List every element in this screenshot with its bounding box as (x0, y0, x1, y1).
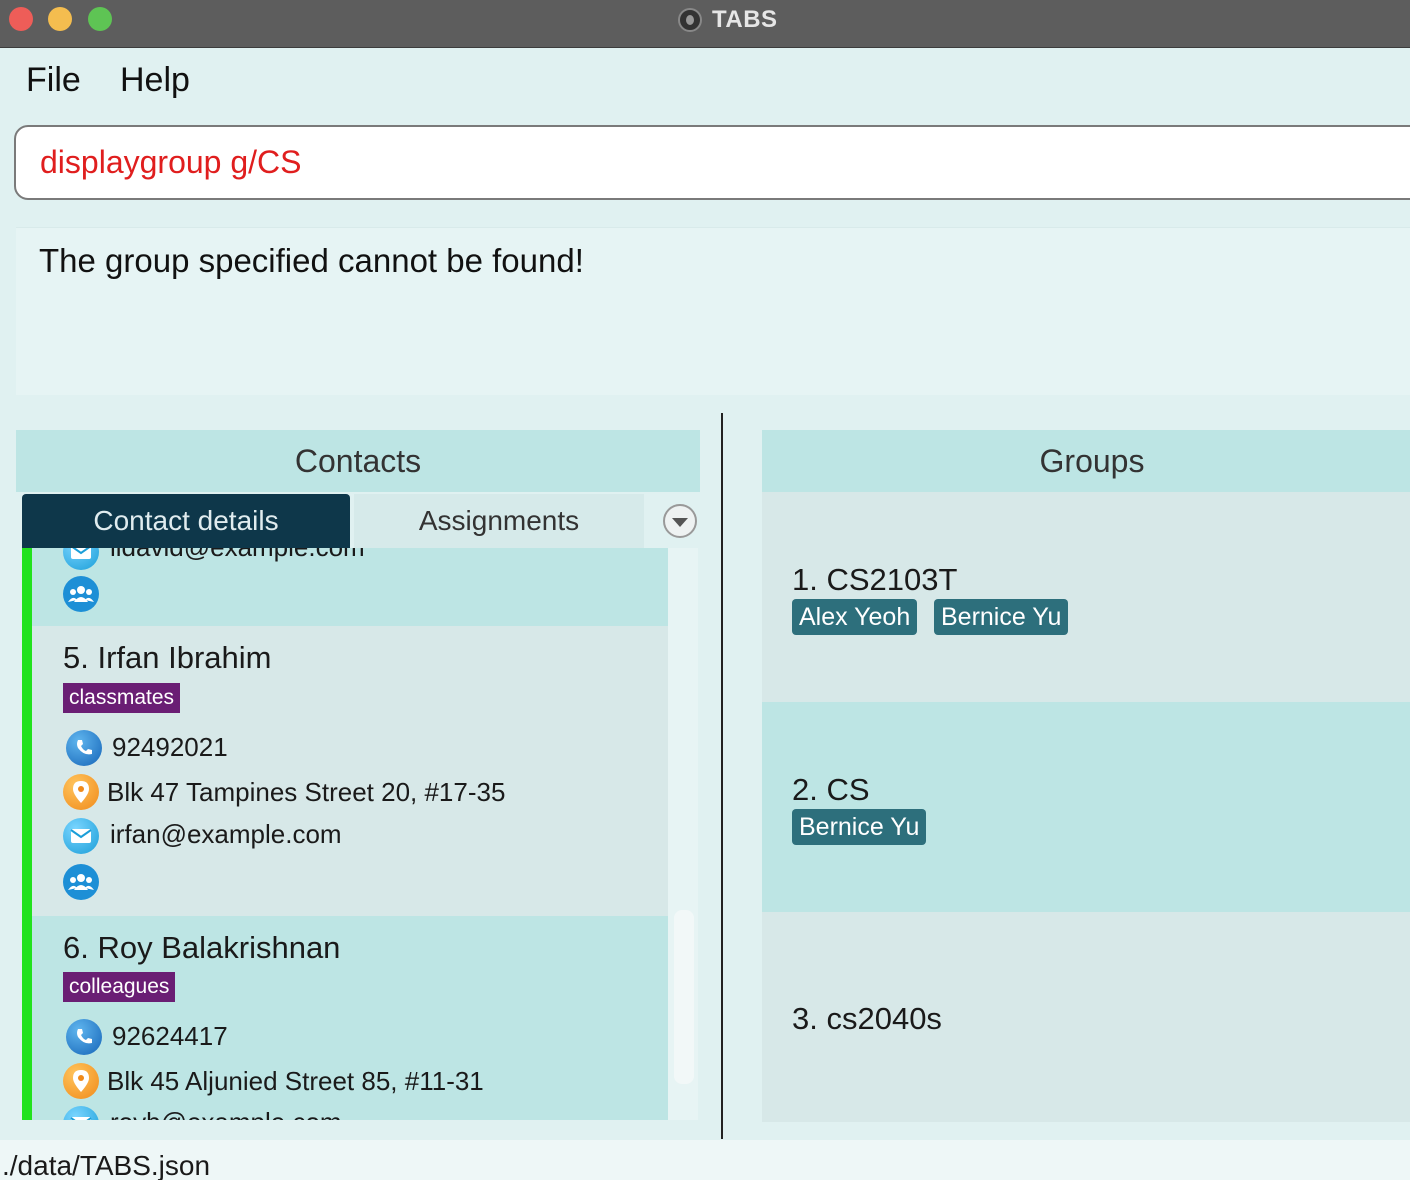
group-name: 3. cs2040s (792, 1001, 942, 1036)
contacts-header: Contacts (16, 430, 700, 492)
command-input[interactable] (14, 125, 1410, 200)
command-box (0, 113, 1410, 213)
groups-title: Groups (1039, 442, 1145, 479)
envelope-icon (63, 818, 99, 854)
result-message: The group specified cannot be found! (39, 242, 584, 279)
contact-phone: 92624417 (112, 1021, 228, 1051)
window-title: TABS (712, 6, 778, 33)
group-list-item[interactable]: 3. cs2040s (762, 912, 1410, 1122)
tab-assignments[interactable]: Assignments (354, 494, 644, 548)
envelope-icon (63, 548, 99, 570)
menu-bar: File Help (0, 49, 1410, 113)
group-member-chip: Alex Yeoh (792, 599, 918, 635)
contact-name: 5. Irfan Ibrahim (63, 640, 272, 675)
group-name: 2. CS (792, 772, 870, 807)
contact-address: Blk 45 Aljunied Street 85, #11-31 (107, 1066, 484, 1096)
contacts-title: Contacts (294, 442, 422, 479)
app-icon (678, 8, 702, 32)
groups-header: Groups (762, 430, 1410, 492)
contact-list-scrollbar[interactable] (674, 910, 694, 1084)
people-group-icon (63, 576, 99, 612)
group-list-item[interactable]: 2. CS Bernice Yu (762, 702, 1410, 912)
location-pin-icon (63, 1063, 99, 1099)
contact-tag: classmates (63, 683, 181, 713)
tab-contact-details[interactable]: Contact details (22, 494, 350, 548)
title-bar: TABS (0, 0, 1410, 48)
selection-indicator (22, 548, 32, 1120)
contact-tag: colleagues (63, 972, 176, 1002)
contact-name: 6. Roy Balakrishnan (63, 930, 341, 965)
group-member-chip: Bernice Yu (792, 809, 927, 845)
contact-email: lidavid@example.com (110, 548, 365, 563)
phone-icon (66, 730, 102, 766)
result-display: The group specified cannot be found! (16, 227, 1410, 395)
minimize-window-button[interactable] (48, 7, 72, 31)
group-member-chip: Bernice Yu (934, 599, 1069, 635)
maximize-window-button[interactable] (88, 7, 112, 31)
contact-phone: 92492021 (112, 732, 228, 762)
group-list-item[interactable]: 1. CS2103T Alex Yeoh Bernice Yu (762, 492, 1410, 702)
envelope-icon (63, 1106, 99, 1120)
phone-icon (66, 1019, 102, 1055)
split-pane-divider[interactable] (721, 413, 723, 1139)
status-bar: ./data/TABS.json (0, 1140, 1410, 1180)
list-item[interactable]: 6. Roy Balakrishnan colleagues 92624417 … (32, 916, 668, 1120)
window-title-group: TABS (678, 5, 778, 35)
contact-list[interactable]: lidavid@example.com 5. Irfan Ibrahim cla… (22, 548, 698, 1120)
contact-email: irfan@example.com (110, 819, 342, 849)
menu-help[interactable]: Help (120, 61, 190, 100)
close-window-button[interactable] (9, 7, 33, 31)
contact-address: Blk 47 Tampines Street 20, #17-35 (107, 777, 506, 807)
location-pin-icon (63, 774, 99, 810)
data-file-path: ./data/TABS.json (2, 1150, 211, 1180)
people-group-icon[interactable] (63, 864, 99, 900)
list-item[interactable]: lidavid@example.com (32, 548, 668, 626)
list-item[interactable]: 5. Irfan Ibrahim classmates 92492021 Blk… (32, 626, 668, 916)
chevron-down-icon[interactable] (663, 504, 697, 538)
menu-file[interactable]: File (26, 61, 81, 100)
contact-email: royb@example.com (110, 1107, 342, 1120)
group-name: 1. CS2103T (792, 562, 958, 597)
